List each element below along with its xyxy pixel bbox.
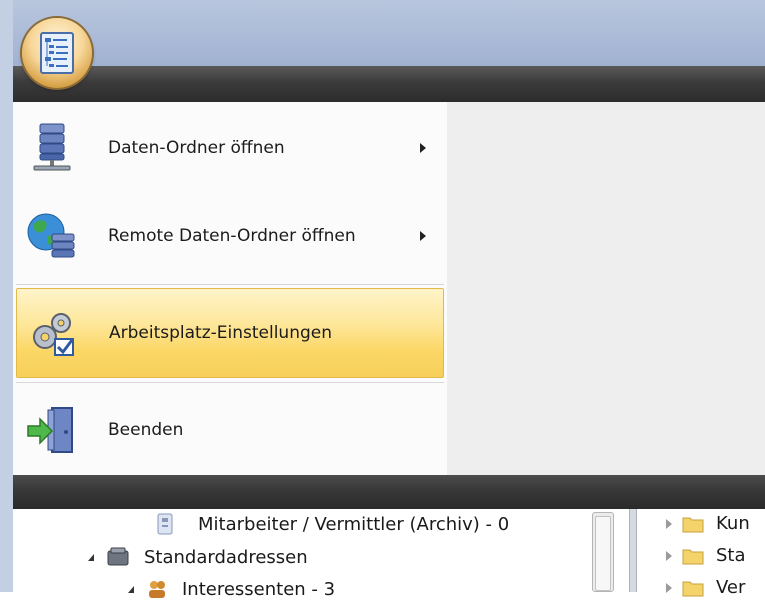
tree-row[interactable]: Ver	[666, 577, 745, 598]
folder-icon	[682, 517, 704, 532]
menu-header-bar	[13, 66, 765, 102]
contacts-group-icon	[149, 581, 165, 598]
application-menu-panel: Daten-Ordner öffnen Remote Daten-Ordner …	[13, 102, 448, 475]
globe-database-icon	[27, 213, 75, 258]
tree-row-label: Sta	[716, 545, 746, 566]
recent-items-panel	[447, 102, 765, 475]
tree-row-label: Ver	[716, 577, 746, 598]
menu-item-workstation-settings[interactable]: Arbeitsplatz-Einstellungen	[16, 288, 444, 378]
collapse-arrow-icon	[128, 585, 134, 593]
window-left-border	[0, 0, 13, 592]
collapse-arrow-icon	[88, 553, 94, 561]
expand-arrow-icon	[666, 582, 672, 593]
menu-item-label: Arbeitsplatz-Einstellungen	[109, 323, 333, 343]
archive-contact-icon	[157, 513, 173, 535]
tree-row[interactable]: Sta	[666, 545, 746, 566]
menu-separator	[16, 284, 444, 285]
tree-row[interactable]: Kun	[666, 513, 750, 534]
menu-item-exit[interactable]: Beenden	[16, 387, 444, 473]
database-server-icon	[33, 123, 71, 171]
tree-row-label: Kun	[716, 513, 750, 534]
menu-item-open-remote-data-folder[interactable]: Remote Daten-Ordner öffnen	[16, 193, 444, 279]
address-book-icon	[107, 547, 129, 566]
vertical-scrollbar[interactable]	[592, 512, 614, 592]
menu-item-open-data-folder[interactable]: Daten-Ordner öffnen	[16, 105, 444, 191]
tree-row[interactable]: Standardadressen	[88, 546, 308, 568]
document-tree-icon	[40, 32, 74, 74]
submenu-arrow-icon	[420, 231, 426, 241]
gears-checkmark-icon	[33, 313, 74, 356]
expand-arrow-icon	[666, 518, 672, 529]
tree-row-label: Interessenten - 3	[182, 578, 336, 600]
menu-separator	[16, 382, 444, 383]
menu-item-label: Daten-Ordner öffnen	[108, 138, 285, 158]
application-menu-button[interactable]	[22, 18, 92, 88]
tree-row[interactable]: Mitarbeiter / Vermittler (Archiv) - 0	[154, 513, 509, 535]
menu-item-label: Remote Daten-Ordner öffnen	[108, 226, 356, 246]
folder-icon	[682, 549, 704, 564]
tree-row[interactable]: Interessenten - 3	[128, 578, 335, 600]
exit-door-icon	[27, 407, 73, 453]
pane-splitter[interactable]	[629, 509, 637, 592]
window-title-bar	[0, 0, 765, 70]
menu-item-label: Beenden	[108, 420, 184, 440]
tree-row-label: Mitarbeiter / Vermittler (Archiv) - 0	[198, 513, 510, 535]
scrollbar-thumb[interactable]	[595, 516, 611, 591]
folder-icon	[682, 581, 704, 596]
tree-row-label: Standardadressen	[144, 546, 308, 568]
expand-arrow-icon	[666, 550, 672, 561]
menu-footer-bar	[13, 475, 765, 509]
submenu-arrow-icon	[420, 143, 426, 153]
